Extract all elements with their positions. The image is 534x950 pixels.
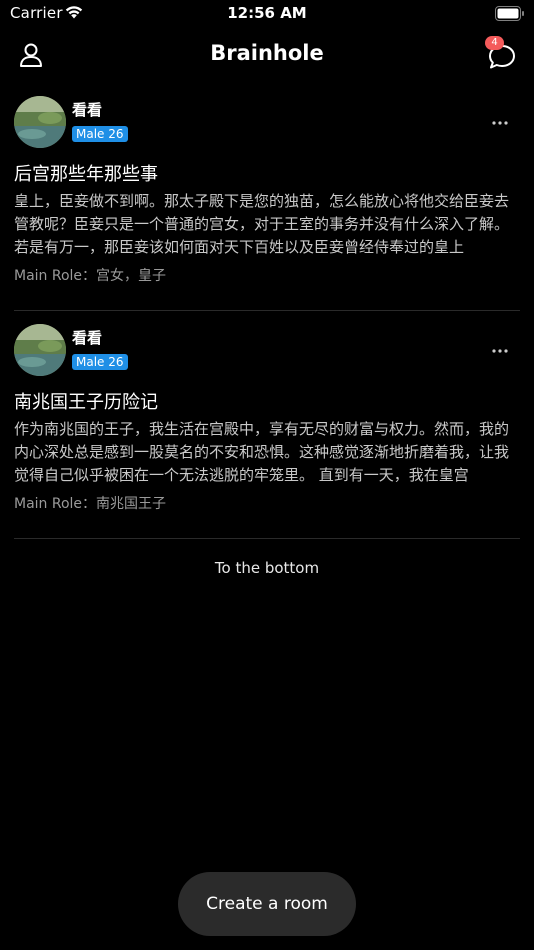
list-end-label: To the bottom [214,559,320,577]
post-title: 南兆国王子历险记 [14,392,158,413]
more-options-icon[interactable] [492,348,508,354]
notification-badge: 4 [485,36,504,50]
post-body: 作为南兆国的王子，我生活在宫殿中，享有无尽的财富与权力。然而，我的内心深处总是感… [14,420,510,484]
author-name: 看看 [72,329,103,347]
main-role: Main Role：宫女，皇子 [14,268,167,284]
post-body: 皇上，臣妾做不到啊。那太子殿下是您的独苗，怎么能放心将他交给臣妾去管教呢？臣妾只… [14,192,510,256]
avatar[interactable] [14,96,66,148]
post-title: 后宫那些年那些事 [14,164,158,185]
create-room-button[interactable]: Create a room [178,872,356,936]
more-options-icon[interactable] [492,120,508,126]
clock: 12:56 AM [227,4,307,22]
main-role: Main Role：南兆国王子 [14,496,167,512]
app-title: Brainhole [210,41,324,65]
divider [14,310,520,311]
nav-bar: Brainhole 4 [0,30,534,80]
post-card[interactable]: 看看 Male 26 后宫那些年那些事 皇上，臣妾做不到啊。那太子殿下是您的独苗… [14,96,520,312]
author-name: 看看 [72,101,103,119]
avatar[interactable] [14,324,66,376]
gender-age-tag: Male 26 [72,354,128,370]
status-bar: Carrier 12:56 AM [0,0,534,30]
avatar-image [14,96,66,148]
post-card[interactable]: 看看 Male 26 南兆国王子历险记 作为南兆国的王子，我生活在宫殿中，享有无… [14,324,520,540]
divider [14,538,520,539]
battery-icon [495,6,524,21]
avatar-image [14,324,66,376]
gender-age-tag: Male 26 [72,126,128,142]
